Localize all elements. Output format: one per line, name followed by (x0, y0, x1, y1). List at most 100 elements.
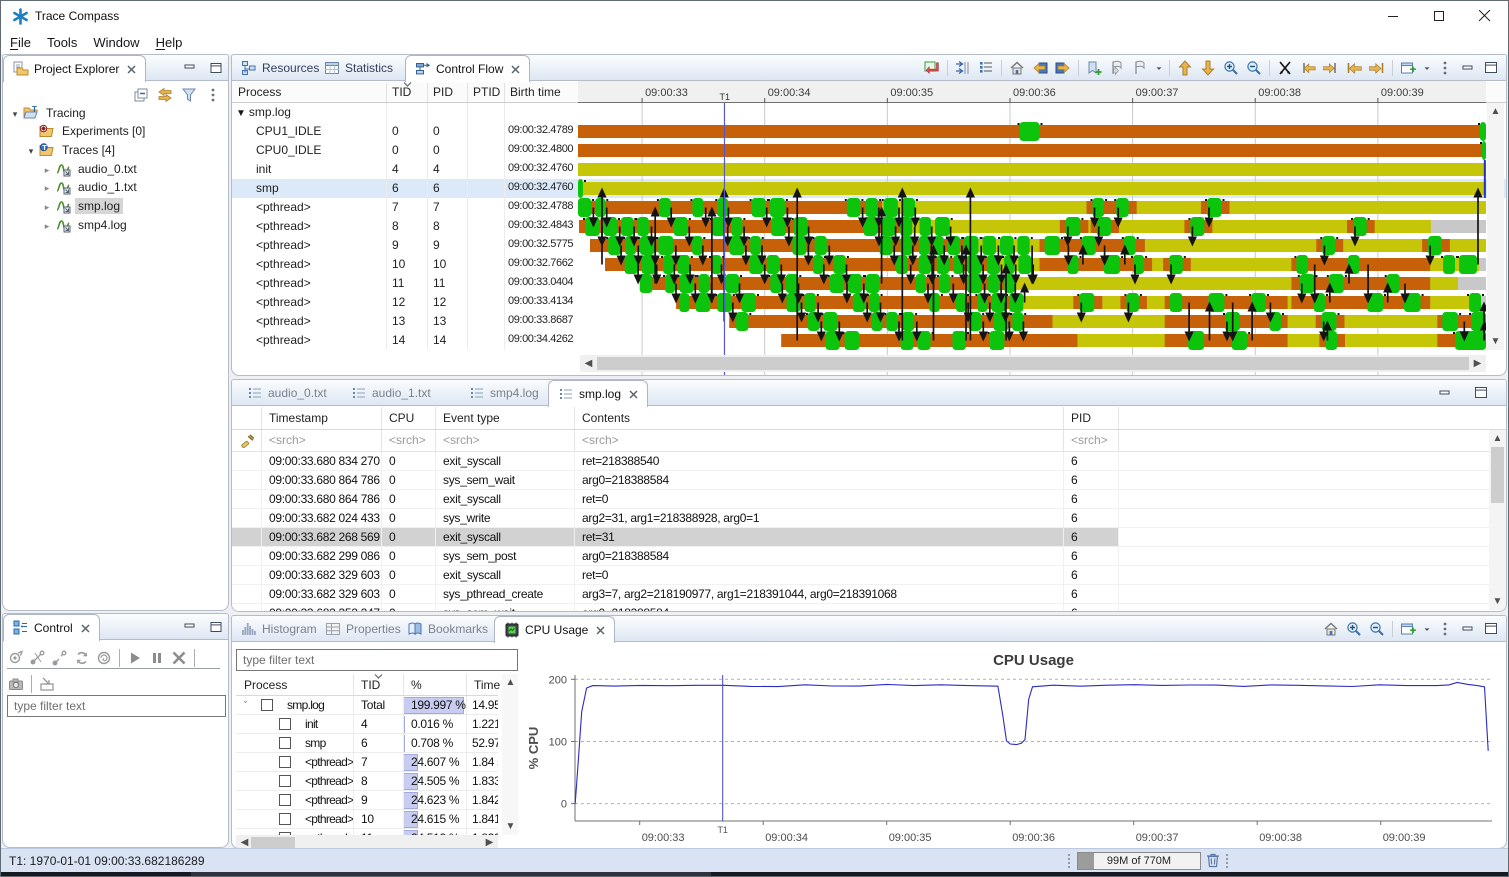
zoom-in-button[interactable] (1220, 57, 1242, 79)
new-view-button[interactable] (1397, 618, 1419, 640)
cpu-usage-filter-input[interactable]: type filter text (236, 649, 518, 671)
import-session-button[interactable] (93, 647, 115, 669)
tree-item-experiments-0-[interactable]: Experiments [0] (3, 122, 228, 141)
menu-file[interactable]: File (2, 32, 39, 53)
tree-item-smp4-log[interactable]: ▸smp4.log (3, 215, 228, 234)
close-view-icon[interactable] (81, 624, 90, 633)
maximize-view-icon[interactable] (210, 63, 222, 74)
new-connection-button[interactable] (5, 647, 27, 669)
tab-control-flow[interactable]: Control Flow (405, 55, 530, 82)
flow-column-tid[interactable]: TID (386, 82, 427, 103)
expand-icon[interactable]: ▸ (39, 199, 55, 213)
window-minimize-button[interactable] (1370, 1, 1416, 31)
disconnect-button[interactable] (49, 647, 71, 669)
refresh-button[interactable] (71, 647, 93, 669)
usage-row--pthread-7[interactable]: <pthread>724.607 %1.84 s (236, 753, 498, 772)
control-filter-input[interactable]: type filter text (7, 695, 226, 717)
usage-row-smp-log-total[interactable]: ˇsmp.logTotal199.997 %14.959 s (236, 696, 498, 715)
view-menu-button[interactable] (1434, 618, 1456, 640)
tree-item-traces-4-[interactable]: ▾TTraces [4] (3, 140, 228, 159)
expand-icon[interactable]: ▾ (23, 143, 39, 157)
tree-item-audio-0-txt[interactable]: ▸audio_0.txt (3, 159, 228, 178)
expand-icon[interactable]: ▾ (7, 106, 23, 120)
event-row-5[interactable]: 09:00:33.682 299 0860sys_sem_postarg0=21… (232, 547, 1489, 566)
control-flow-chart[interactable]: 09:00:3309:00:3409:00:3509:00:3609:00:37… (578, 81, 1486, 349)
checkbox[interactable] (279, 775, 291, 787)
maximize-button[interactable] (1470, 382, 1492, 404)
tab-control[interactable]: Control (3, 614, 100, 641)
flow-horizontal-scrollbar[interactable]: ◀▶ (580, 355, 1486, 372)
checkbox[interactable] (261, 699, 273, 711)
zoom-in-button[interactable] (1343, 618, 1365, 640)
minimize-view-icon[interactable] (184, 622, 196, 633)
deselect-button[interactable] (1274, 57, 1296, 79)
dropdown-button[interactable] (1152, 57, 1165, 79)
start-trace-button[interactable] (124, 647, 146, 669)
tree-item-tracing[interactable]: ▾TTracing (3, 103, 228, 122)
move-up-button[interactable] (1174, 57, 1196, 79)
window-maximize-button[interactable] (1416, 1, 1462, 31)
event-row-0[interactable]: 09:00:33.680 834 2700exit_syscallret=218… (232, 452, 1489, 471)
events-column-timestamp[interactable]: Timestamp (261, 407, 381, 430)
tab-smp4-log[interactable]: smp4.log (460, 380, 548, 406)
usage-column-tid[interactable]: TID (353, 674, 403, 696)
checkbox[interactable] (279, 794, 291, 806)
usage-row--pthread-10[interactable]: <pthread>1024.615 %1.841 s (236, 810, 498, 829)
events-column-pid[interactable]: PID (1063, 407, 1118, 430)
event-row-4[interactable]: 09:00:33.682 268 5690exit_syscallret=316 (232, 528, 1489, 547)
minimize-view-icon[interactable] (184, 63, 196, 74)
events-filter-cell[interactable]: <srch> (261, 433, 306, 447)
scroll-right-icon[interactable]: ▶ (1469, 355, 1486, 372)
usage-horizontal-scrollbar[interactable]: ◀▶ (236, 835, 498, 849)
usage-row--pthread-8[interactable]: <pthread>824.505 %1.833 s (236, 772, 498, 791)
expand-icon[interactable]: ▸ (39, 180, 55, 194)
align-views-button[interactable] (921, 57, 943, 79)
go-start-button[interactable] (1343, 57, 1365, 79)
events-column-event-type[interactable]: Event type (435, 407, 574, 430)
usage-vertical-scrollbar[interactable]: ▲▼ (502, 674, 518, 835)
next-marker-button[interactable] (1129, 57, 1151, 79)
scroll-thumb[interactable] (1491, 447, 1504, 503)
maximize-button[interactable] (1480, 618, 1502, 640)
close-tab-icon[interactable] (629, 390, 638, 399)
import-trace-button[interactable] (36, 673, 58, 695)
tab-audio-0-txt[interactable]: audio_0.txt (238, 380, 336, 406)
event-row-1[interactable]: 09:00:33.680 864 7860sys_sem_waitarg0=21… (232, 471, 1489, 490)
scroll-down-icon[interactable]: ▼ (502, 818, 519, 835)
tree-item-smp-log[interactable]: ▸smp.log (3, 197, 228, 216)
event-row-3[interactable]: 09:00:33.682 024 4330sys_writearg2=31, a… (232, 509, 1489, 528)
scroll-thumb[interactable] (251, 837, 295, 848)
tab-audio-1-txt[interactable]: audio_1.txt (342, 380, 440, 406)
flow-vertical-scrollbar[interactable]: ▲▼ (1487, 103, 1504, 350)
tree-item-audio-1-txt[interactable]: ▸audio_1.txt (3, 178, 228, 197)
event-row-6[interactable]: 09:00:33.682 329 6030exit_syscallret=06 (232, 566, 1489, 585)
close-view-icon[interactable] (127, 65, 136, 74)
next-event-button[interactable] (1052, 57, 1074, 79)
events-filter-cell[interactable]: <srch> (381, 433, 426, 447)
scroll-left-icon[interactable]: ◀ (580, 355, 597, 372)
prev-marker-button[interactable] (1106, 57, 1128, 79)
new-view-button[interactable] (1397, 57, 1419, 79)
scroll-down-icon[interactable]: ▼ (1489, 593, 1506, 610)
move-down-button[interactable] (1197, 57, 1219, 79)
events-column-contents[interactable]: Contents (574, 407, 1063, 430)
maximize-button[interactable] (1480, 57, 1502, 79)
scroll-up-icon[interactable]: ▲ (1487, 103, 1504, 120)
minimize-button[interactable] (1434, 382, 1456, 404)
scroll-up-icon[interactable]: ▲ (502, 674, 519, 691)
events-filter-cell[interactable]: <srch> (574, 433, 619, 447)
tab-statistics[interactable]: Statistics (315, 55, 402, 81)
scroll-thumb[interactable] (597, 357, 1469, 370)
go-end-button[interactable] (1366, 57, 1388, 79)
tab-resources[interactable]: Resources (232, 55, 328, 81)
menu-tools[interactable]: Tools (39, 32, 85, 53)
flow-column-birth time[interactable]: Birth time (504, 82, 578, 103)
checkbox[interactable] (279, 756, 291, 768)
tab-histogram[interactable]: Histogram (232, 616, 326, 642)
usage-row--pthread-9[interactable]: <pthread>924.623 %1.842 s (236, 791, 498, 810)
checkbox[interactable] (279, 737, 291, 749)
scroll-up-icon[interactable]: ▲ (1489, 430, 1506, 447)
cpu-usage-chart[interactable]: CPU Usage% CPU010020009:00:3309:00:3409:… (522, 643, 1505, 847)
menu-help[interactable]: Help (148, 32, 191, 53)
events-filter-row[interactable]: <srch><srch><srch><srch><srch> (232, 430, 1506, 452)
